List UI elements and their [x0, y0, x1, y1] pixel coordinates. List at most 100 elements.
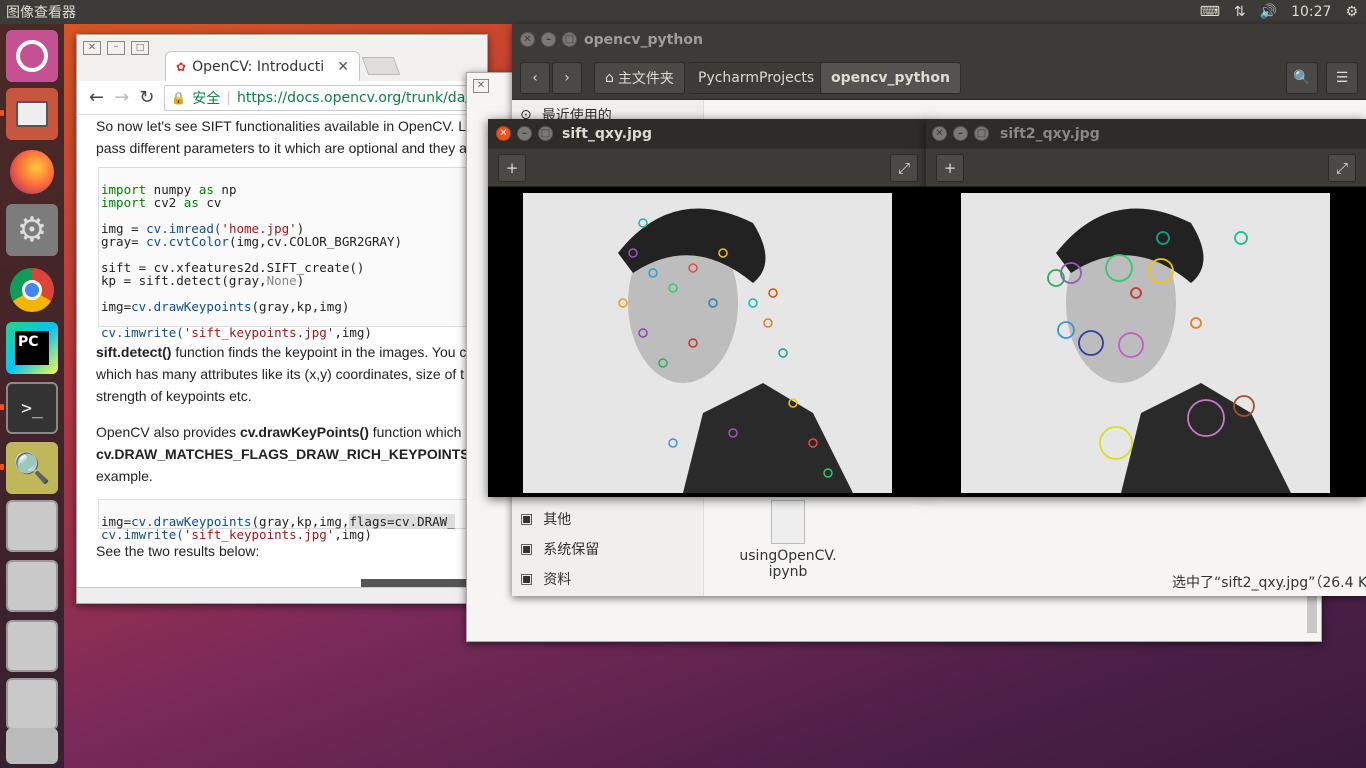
maximize-icon[interactable]: □ [131, 41, 149, 55]
page-content: So now let's see SIFT functionalities av… [77, 115, 487, 587]
pycharm-icon[interactable]: PC [6, 322, 58, 374]
list-icon: ☰ [1335, 70, 1349, 86]
drive-icon: ▣ [520, 541, 534, 557]
code-block: img=cv.drawKeypoints(gray,kp,img,flags=c… [98, 499, 487, 541]
drive-icon[interactable] [6, 500, 58, 552]
new-tab-button[interactable] [361, 57, 401, 75]
network-icon[interactable]: ⇅ [1234, 4, 1246, 20]
close-icon[interactable]: ✕ [83, 41, 101, 55]
terminal-icon[interactable]: >_ [6, 382, 58, 434]
clock[interactable]: 10:27 [1291, 4, 1331, 20]
minimize-icon[interactable]: – [541, 32, 556, 47]
file-item[interactable]: usingOpenCV. ipynb [732, 500, 844, 580]
launcher: ⚙ PC >_ 🔍 [0, 24, 64, 768]
browser-tab[interactable]: ✿ OpenCV: Introducti ✕ [165, 51, 360, 81]
title-bar: ✕ – □ opencv_python [512, 24, 1366, 56]
firefox-icon[interactable] [6, 146, 58, 198]
settings-icon[interactable]: ⚙ [6, 204, 58, 256]
home-icon: ⌂ [605, 70, 614, 86]
address-bar[interactable]: 🔒 安全 | https://docs.opencv.org/trunk/da/… [164, 84, 487, 111]
title-bar: ✕ – □ sift2_qxy.jpg [926, 119, 1366, 149]
close-icon[interactable]: ✕ [932, 126, 947, 141]
drive-icon[interactable] [6, 560, 58, 612]
fullscreen-button[interactable]: ⤢ [1328, 154, 1356, 182]
chrome-icon[interactable] [6, 264, 58, 316]
image-area [488, 187, 928, 497]
paragraph: which has many attributes like its (x,y)… [96, 366, 465, 382]
keyboard-icon[interactable]: ⌨ [1200, 4, 1220, 20]
toolbar: + ⤢ [488, 149, 928, 187]
drive-icon[interactable] [6, 620, 58, 672]
toolbar: ← → ↻ 🔒 安全 | https://docs.opencv.org/tru… [77, 81, 487, 115]
keypoint-photo [961, 193, 1330, 493]
browser-window: ✕ – □ ✿ OpenCV: Introducti ✕ ← → ↻ 🔒 安全 … [76, 34, 488, 604]
sidebar-item-data[interactable]: ▣ 资料 [520, 568, 571, 590]
drive-icon[interactable] [6, 678, 58, 730]
document-icon [771, 500, 805, 544]
forward-button[interactable]: › [552, 62, 582, 94]
view-options-button[interactable]: ☰ [1326, 62, 1358, 94]
back-button[interactable]: ‹ [520, 62, 550, 94]
file-label: usingOpenCV. ipynb [739, 548, 837, 580]
minimize-icon[interactable]: – [107, 41, 125, 55]
tab-title: OpenCV: Introducti [192, 58, 325, 75]
top-panel: 图像查看器 ⌨ ⇅ 🔊 10:27 ⚙ [0, 0, 1366, 24]
trash-icon[interactable] [6, 728, 58, 764]
path-button[interactable]: PycharmProjects [688, 62, 826, 94]
status-bar: 选中了“sift2_qxy.jpg”（26.4 K [1172, 575, 1366, 591]
lock-icon: 🔒 [171, 90, 187, 105]
opencv-favicon-icon: ✿ [176, 59, 187, 74]
app-title: 图像查看器 [6, 5, 76, 21]
close-icon[interactable]: ✕ [473, 79, 489, 93]
toolbar: + ⤢ [926, 149, 1366, 187]
sift-keypoints-image [523, 193, 892, 493]
minimize-icon[interactable]: – [517, 126, 532, 141]
gear-icon[interactable]: ⚙ [1345, 4, 1358, 20]
paragraph: sift.detect() function finds the keypoin… [96, 344, 467, 360]
image-viewer-window: ✕ – □ sift2_qxy.jpg + ⤢ [926, 119, 1366, 497]
paragraph: example. [96, 468, 153, 484]
window-title: sift_qxy.jpg [562, 126, 652, 142]
sidebar-item-other[interactable]: ▣ 其他 [520, 508, 571, 530]
volume-icon[interactable]: 🔊 [1260, 4, 1277, 20]
maximize-icon[interactable]: □ [562, 32, 577, 47]
close-icon[interactable]: ✕ [496, 126, 511, 141]
paragraph: See the two results below: [96, 543, 260, 559]
drive-icon: ▣ [520, 511, 534, 527]
scrollbar[interactable] [1307, 593, 1317, 633]
files-icon[interactable] [6, 88, 58, 140]
sidebar-item-system-reserved[interactable]: ▣ 系统保留 [520, 538, 599, 560]
close-icon[interactable]: ✕ [520, 32, 535, 47]
gallery-button[interactable]: + [498, 154, 526, 182]
horizontal-scrollbar[interactable] [77, 587, 487, 603]
paragraph: cv.DRAW_MATCHES_FLAGS_DRAW_RICH_KEYPOINT… [96, 446, 470, 462]
search-button[interactable]: 🔍 [1286, 62, 1318, 94]
fullscreen-button[interactable]: ⤢ [890, 154, 918, 182]
path-home-button[interactable]: ⌂ 主文件夹 [594, 62, 685, 94]
ubuntu-logo-icon[interactable] [6, 30, 58, 82]
paragraph: strength of keypoints etc. [96, 388, 252, 404]
tab-close-icon[interactable]: ✕ [337, 59, 349, 75]
image-viewer-window: ✕ – □ sift_qxy.jpg + ⤢ [488, 119, 928, 497]
minimize-icon[interactable]: – [953, 126, 968, 141]
reload-icon[interactable]: ↻ [139, 87, 154, 108]
paragraph: OpenCV also provides cv.drawKeyPoints() … [96, 424, 462, 440]
drive-icon: ▣ [520, 571, 534, 587]
search-icon: 🔍 [1293, 70, 1311, 86]
gallery-button[interactable]: + [936, 154, 964, 182]
maximize-icon[interactable]: □ [974, 126, 989, 141]
image-area [926, 187, 1366, 497]
paragraph: So now let's see SIFT functionalities av… [96, 118, 466, 134]
secure-label: 安全 [192, 90, 221, 107]
window-title: opencv_python [584, 32, 703, 48]
forward-icon[interactable]: → [114, 87, 129, 108]
path-current-button[interactable]: opencv_python [820, 62, 961, 94]
scrollbar[interactable] [361, 579, 481, 587]
url-text: https://docs.opencv.org/trunk/da/d [236, 89, 479, 106]
sift-rich-keypoints-image [961, 193, 1330, 493]
image-viewer-icon[interactable]: 🔍 [6, 442, 58, 494]
maximize-icon[interactable]: □ [538, 126, 553, 141]
back-icon[interactable]: ← [89, 87, 104, 108]
path-bar: ‹ › ⌂ 主文件夹 PycharmProjects opencv_python… [512, 56, 1366, 100]
code-block: import numpy as np import cv2 as cv img … [98, 167, 487, 339]
